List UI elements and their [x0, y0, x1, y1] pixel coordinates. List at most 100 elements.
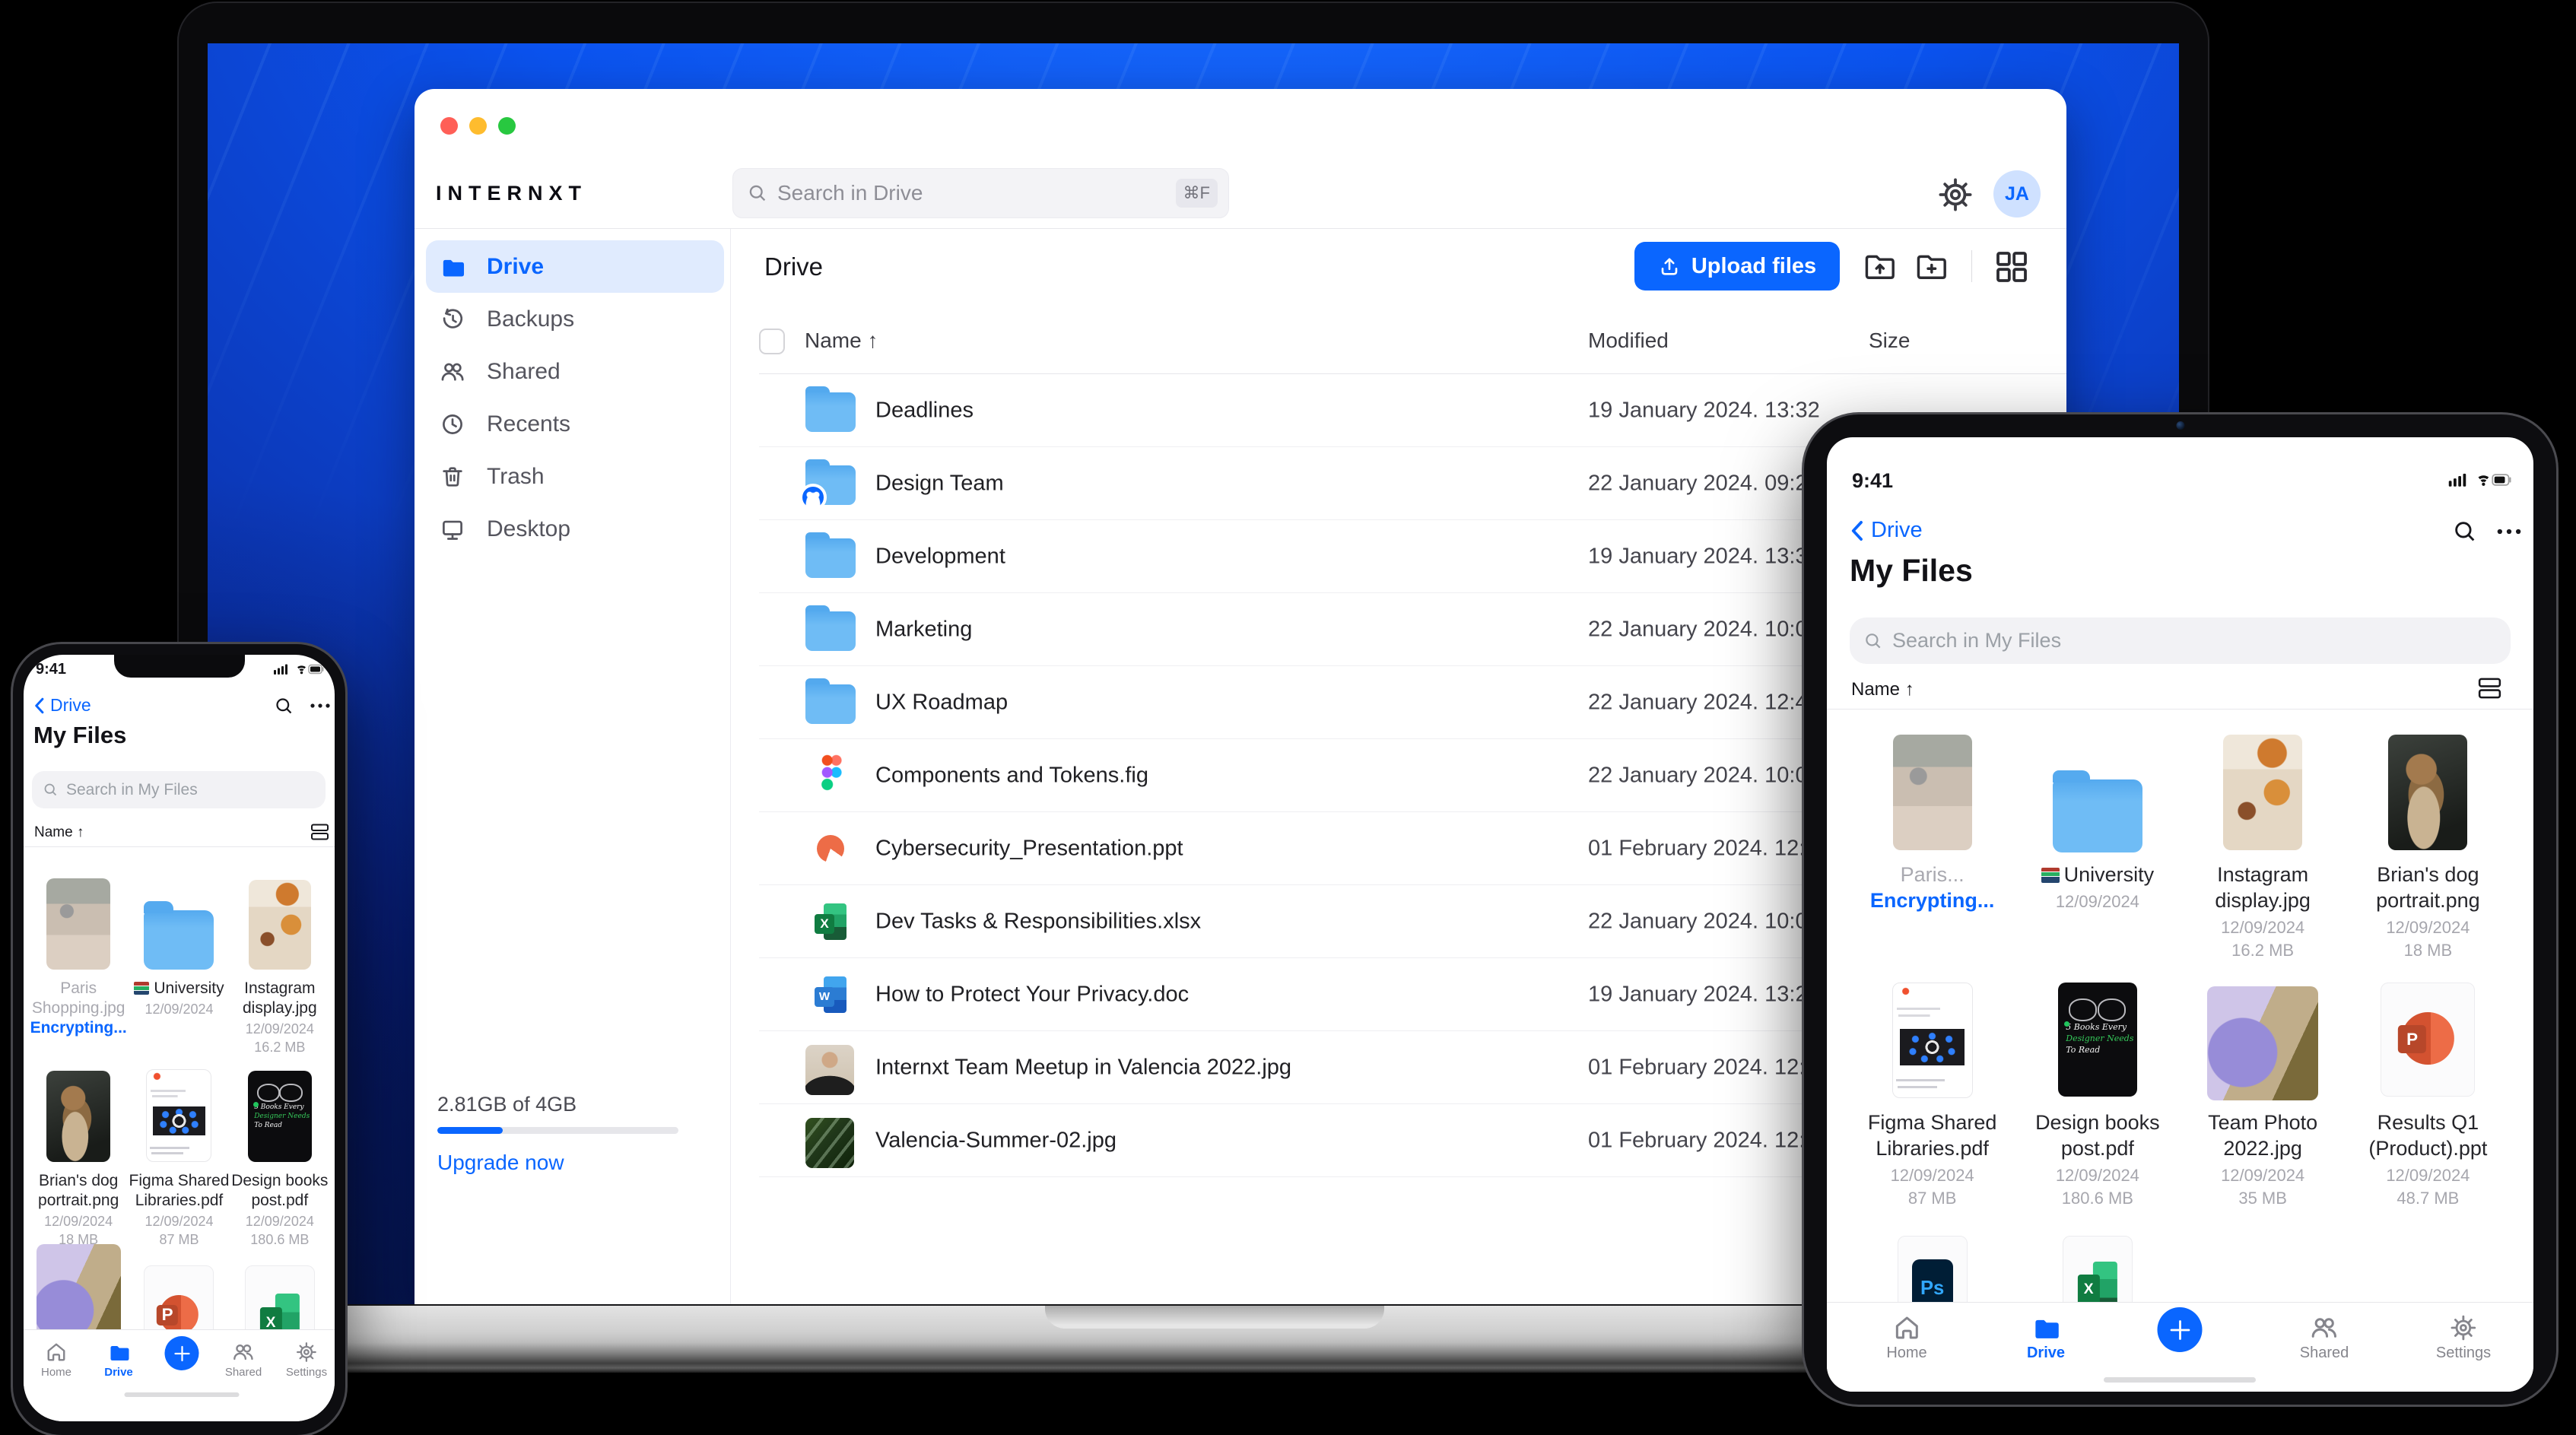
zoom-window-button[interactable] [498, 117, 516, 135]
grid-item[interactable]: Ps Results Q1 (Product).ppt 12/09/2024 4… [2346, 983, 2509, 1224]
file-date: 12/09/2024 [2221, 1166, 2305, 1185]
file-modified: 22 January 2024. 10:08 [1588, 909, 1820, 933]
grid-item[interactable]: Ps Brian's dog portrait.png 12/09/2024 1… [2346, 735, 2509, 983]
new-folder-button[interactable] [1914, 250, 1949, 282]
books-icon [2041, 868, 2060, 883]
nav-drive[interactable]: Drive [104, 1341, 133, 1379]
sidebar-item-trash[interactable]: Trash [426, 450, 724, 503]
upload-folder-button[interactable] [1863, 250, 1898, 282]
nav-shared[interactable]: Shared [225, 1341, 262, 1379]
upgrade-link[interactable]: Upgrade now [437, 1151, 688, 1175]
file-name: Components and Tokens.fig [875, 763, 1148, 787]
file-size: 180.6 MB [2061, 1189, 2133, 1208]
file-size: 16.2 MB [254, 1040, 306, 1055]
grid-item[interactable]: Ps Figma Shared Libraries.pdf 12/09/2024… [129, 1069, 229, 1265]
avatar[interactable]: JA [1993, 170, 2041, 217]
nav-shared[interactable]: Shared [2300, 1313, 2349, 1362]
divider [24, 846, 335, 847]
file-date: 12/09/2024 [145, 1214, 214, 1229]
file-name: Figma Shared Libraries.pdf [1867, 1111, 1997, 1160]
powerpoint-icon [157, 1295, 199, 1334]
upload-files-button[interactable]: Upload files [1634, 242, 1840, 290]
file-size: 180.6 MB [250, 1232, 310, 1247]
column-size[interactable]: Size [1869, 329, 1910, 353]
file-name: Instagram display.jpg [242, 979, 317, 1017]
nav-home[interactable]: Home [41, 1341, 71, 1379]
column-modified[interactable]: Modified [1588, 329, 1669, 353]
tablet-device: 9:41 Drive My Files Search in My Files N… [1804, 414, 2556, 1405]
file-thumbnail: Ps [2207, 986, 2319, 1100]
nav-home[interactable]: Home [1886, 1313, 1927, 1362]
file-thumbnail: Ps [144, 901, 214, 970]
sidebar-item-label: Backups [487, 306, 575, 332]
grid-item[interactable]: Ps Paris... Encrypting... [1870, 735, 1994, 983]
select-all-checkbox[interactable] [759, 329, 785, 354]
search-icon [43, 782, 59, 798]
nav-settings[interactable]: Settings [286, 1341, 327, 1379]
list-view-toggle[interactable] [2478, 678, 2501, 699]
file-modified: 19 January 2024. 13:25 [1588, 982, 1820, 1006]
minimize-window-button[interactable] [469, 117, 487, 135]
add-button[interactable] [2157, 1307, 2203, 1352]
more-options-icon[interactable] [310, 703, 331, 709]
back-button[interactable]: Drive [33, 695, 91, 716]
grid-item[interactable]: Ps Figma Shared Libraries.pdf 12/09/2024… [1851, 983, 2014, 1224]
add-button[interactable] [164, 1336, 199, 1370]
sidebar-item-desktop[interactable]: Desktop [426, 503, 724, 555]
sidebar-item-shared[interactable]: Shared [426, 345, 724, 398]
glasses-icon [256, 1080, 303, 1103]
search-icon [747, 183, 768, 204]
home-indicator[interactable] [124, 1392, 240, 1397]
file-date: 12/09/2024 [2055, 892, 2139, 911]
file-modified: 01 February 2024. 12:3 [1588, 1128, 1818, 1152]
powerpoint-icon [2397, 1012, 2454, 1065]
grid-item[interactable]: Ps Paris Shopping.jpg Encrypting... [28, 877, 129, 1069]
search-input[interactable]: Search in My Files [32, 771, 326, 808]
search-placeholder: Search in My Files [1892, 629, 2062, 652]
file-icon [808, 967, 853, 1022]
bottom-nav: Home Drive Shared Settings [1827, 1302, 2533, 1392]
page-title: Drive [764, 252, 824, 281]
file-modified: 22 January 2024. 10:08 [1588, 617, 1820, 641]
grid-item[interactable]: Ps University 12/09/2024 [2041, 735, 2154, 983]
column-name[interactable]: Name ↑ [805, 329, 878, 353]
grid-item[interactable]: Ps Instagram display.jpg 12/09/2024 16.2… [230, 877, 330, 1069]
list-view-toggle[interactable] [310, 824, 329, 840]
grid-item[interactable]: Ps Brian's dog portrait.png 12/09/2024 1… [28, 1069, 129, 1265]
sidebar-item-drive[interactable]: Drive [426, 240, 724, 293]
file-modified: 01 February 2024. 12:3 [1588, 836, 1818, 860]
nav-drive[interactable]: Drive [2027, 1313, 2065, 1362]
grid-item[interactable]: Ps University 12/09/2024 [134, 877, 224, 1069]
sort-by-name[interactable]: Name ↑ [34, 824, 84, 841]
nav-settings[interactable]: Settings [2436, 1313, 2491, 1362]
search-icon[interactable] [2452, 519, 2478, 544]
search-icon[interactable] [274, 696, 294, 716]
home-indicator[interactable] [2104, 1377, 2256, 1383]
search-input[interactable]: Search in Drive ⌘F [732, 168, 1229, 218]
sort-by-name[interactable]: Name ↑ [1851, 679, 1914, 700]
settings-gear-button[interactable] [1937, 176, 1974, 213]
back-button[interactable]: Drive [1850, 518, 1923, 543]
encrypting-status: Encrypting... [30, 1019, 127, 1037]
file-thumbnail: Ps [1892, 983, 1973, 1098]
search-placeholder: Search in Drive [777, 181, 923, 205]
grid-item[interactable]: Ps Team Photo 2022.jpg 12/09/2024 35 MB [2181, 983, 2344, 1224]
sidebar-item-recents[interactable]: Recents [426, 398, 724, 450]
file-name: Dev Tasks & Responsibilities.xlsx [875, 909, 1202, 933]
sidebar-item-label: Drive [487, 253, 545, 279]
grid-item[interactable]: Ps Instagram display.jpg 12/09/2024 16.2… [2181, 735, 2344, 983]
grid-item[interactable]: 5 Books EveryDesigner NeedsTo Read Ps De… [230, 1069, 330, 1265]
file-icon [808, 894, 853, 949]
grid-view-button[interactable] [1995, 250, 2028, 284]
search-icon [1863, 631, 1883, 651]
close-window-button[interactable] [440, 117, 458, 135]
storage-progress-fill [437, 1127, 503, 1134]
divider [1827, 709, 2533, 710]
sidebar-item-label: Recents [487, 411, 571, 437]
sidebar-item-backups[interactable]: Backups [426, 293, 724, 345]
status-time: 9:41 [36, 661, 67, 678]
search-input[interactable]: Search in My Files [1850, 617, 2511, 664]
storage-meter: 2.81GB of 4GB Upgrade now [437, 1093, 688, 1175]
grid-item[interactable]: 5 Books EveryDesigner NeedsTo Read Ps De… [2016, 983, 2179, 1224]
more-options-icon[interactable] [2496, 528, 2522, 535]
